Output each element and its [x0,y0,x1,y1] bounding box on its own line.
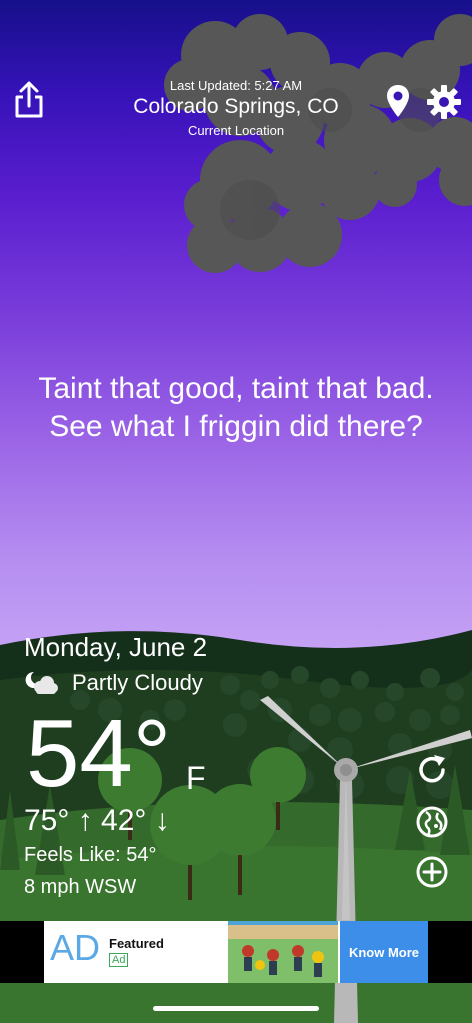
home-indicator[interactable] [153,1006,319,1011]
location-pin-icon [387,85,409,117]
wind-text: 8 mph WSW [24,876,137,898]
know-more-button[interactable]: Know More [340,921,428,983]
partly-cloudy-night-icon [25,671,58,694]
current-temperature: 54° [26,700,172,807]
condition-text: Partly Cloudy [72,670,203,695]
ad-badge: Ad [109,953,129,967]
globe-icon [416,806,448,838]
add-location-button[interactable] [414,854,450,890]
ad-image [228,921,338,983]
gear-icon [427,85,461,119]
radar-button[interactable] [414,804,450,840]
ad-content[interactable]: AD Featured Ad Know More [44,921,428,983]
ad-title: Featured [109,936,164,951]
feels-like-text: Feels Like: 54° [24,844,157,866]
weather-screen: Last Updated: 5:27 AM Colorado Springs, … [0,0,472,1023]
ad-banner: AD Featured Ad Know More [0,921,472,983]
current-location-label: Current Location [187,123,285,138]
forecast-date: Monday, June 2 [24,632,208,662]
add-icon [416,856,448,888]
refresh-icon [419,755,445,783]
high-low-temperature: 75° ↑ 42° ↓ [24,804,170,837]
location-button[interactable] [386,84,410,118]
settings-button[interactable] [426,84,462,120]
refresh-button[interactable] [414,752,450,788]
temperature-unit[interactable]: F [186,760,206,797]
ad-logo: AD [50,927,101,968]
storm-cloud [164,14,472,273]
weather-quote[interactable]: Taint that good, taint that bad. See wha… [30,370,442,446]
